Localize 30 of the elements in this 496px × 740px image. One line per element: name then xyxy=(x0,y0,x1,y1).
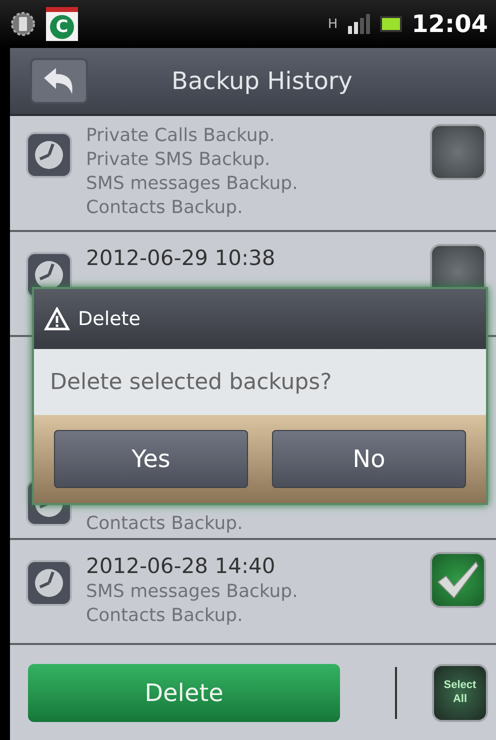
backup-item-text: Private SMS Backup. xyxy=(86,148,272,172)
backup-item-text: Contacts Backup. xyxy=(86,196,244,220)
backup-item-text: SMS messages Backup. xyxy=(86,580,299,604)
signal-icon xyxy=(348,14,370,34)
battery-icon xyxy=(380,16,402,32)
select-all-button[interactable]: Select All xyxy=(432,664,488,722)
network-type: H xyxy=(328,16,338,32)
clock-icon xyxy=(26,560,72,606)
phone-icon xyxy=(10,11,36,37)
app-icon: C xyxy=(46,7,78,41)
checkbox[interactable] xyxy=(430,124,486,180)
backup-date: 2012-06-29 10:38 xyxy=(86,245,276,272)
clock-time: 12:04 xyxy=(412,10,488,38)
check-icon xyxy=(436,560,480,600)
dialog-button[interactable]: Yes xyxy=(54,430,248,488)
dialog-message: Delete selected backups? xyxy=(50,370,332,394)
backup-date: 2012-06-28 14:40 xyxy=(86,553,276,580)
dialog-title: Delete xyxy=(78,308,140,330)
backup-item-text: SMS messages Backup. xyxy=(86,172,299,196)
checkbox[interactable] xyxy=(430,552,486,608)
backup-item-text: Contacts Backup. xyxy=(86,512,244,536)
warning-icon xyxy=(44,307,70,331)
screen-title: Backup History xyxy=(170,67,354,95)
clock-icon xyxy=(26,132,72,178)
backup-row[interactable]: 2012-06-28 14:40 SMS messages Backup. Contacts Backup. xyxy=(10,540,496,645)
dialog-button[interactable]: No xyxy=(272,430,466,488)
backup-item-text: Contacts Backup. xyxy=(86,604,244,628)
delete-button[interactable]: Delete xyxy=(28,664,340,722)
backup-item-text: Private Calls Backup. xyxy=(86,124,276,148)
back-button[interactable] xyxy=(30,58,88,104)
